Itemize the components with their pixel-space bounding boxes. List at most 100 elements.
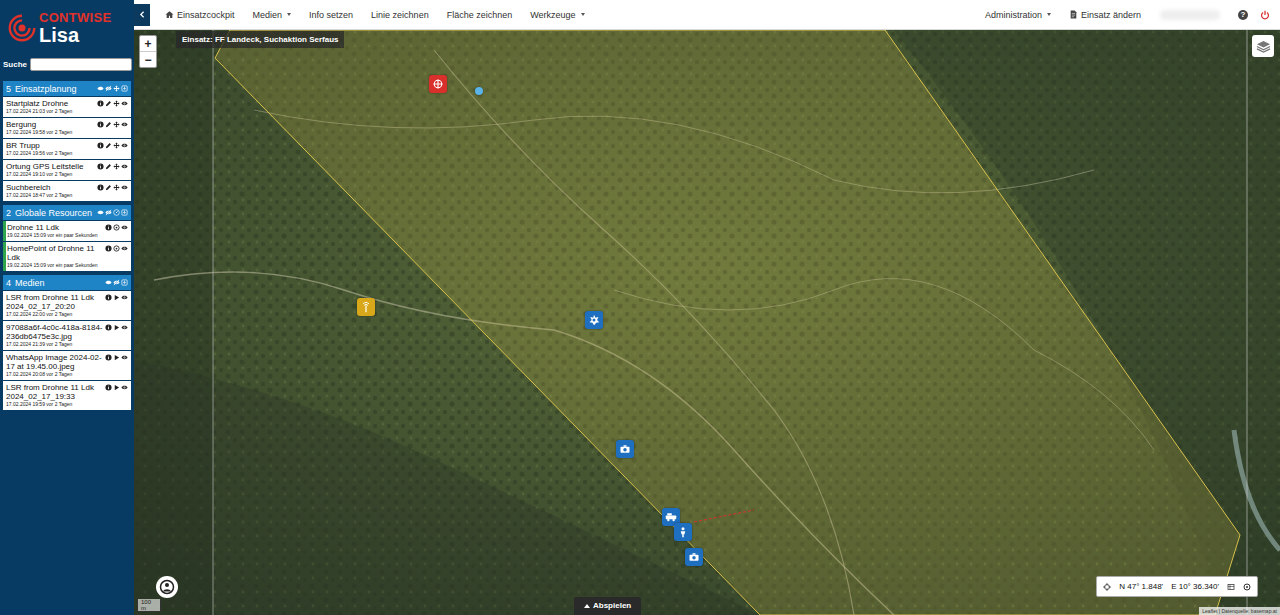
sidebar-item[interactable]: Startplatz Drohne17.02.2024 21:03 vor 2 …: [3, 97, 131, 117]
move-icon[interactable]: [113, 85, 120, 92]
map-marker[interactable]: [357, 298, 375, 316]
edit-icon[interactable]: [105, 100, 112, 107]
sidebar-item[interactable]: LSR from Drohne 11 Ldk 2024_02_17_20:201…: [3, 291, 131, 320]
sidebar-item[interactable]: LSR from Drohne 11 Ldk 2024_02_17_19:331…: [3, 381, 131, 410]
gauge-icon[interactable]: [113, 209, 120, 216]
map-marker[interactable]: [674, 523, 692, 541]
move-icon[interactable]: [113, 121, 120, 128]
collapse-sidebar-button[interactable]: [134, 4, 150, 26]
team-icon: [588, 314, 600, 326]
map-marker[interactable]: [429, 75, 447, 93]
locate-button[interactable]: [156, 576, 178, 598]
map-attribution: Leaflet | Datenquelle: basemap.at: [1199, 607, 1280, 615]
satellite-map[interactable]: [134, 30, 1280, 615]
visibility-icon[interactable]: [121, 224, 128, 231]
info-icon[interactable]: [97, 163, 104, 170]
logout-button[interactable]: [1260, 10, 1270, 20]
map-marker[interactable]: [685, 548, 703, 566]
search-input[interactable]: [30, 58, 132, 71]
map-marker[interactable]: [475, 87, 483, 95]
nav-item[interactable]: Einsatzcockpit: [156, 10, 244, 20]
zoom-out-button[interactable]: −: [140, 51, 156, 67]
visibility-icon[interactable]: [121, 100, 128, 107]
nav-item[interactable]: Fläche zeichnen: [438, 10, 522, 20]
vehicle-icon: [665, 511, 677, 523]
locate-icon[interactable]: [113, 245, 120, 252]
info-icon[interactable]: [97, 121, 104, 128]
info-icon[interactable]: [105, 384, 112, 391]
play-button[interactable]: Abspielen: [574, 597, 641, 615]
sidebar-item[interactable]: BR Trupp17.02.2024 19:56 vor 2 Tagen: [3, 139, 131, 159]
nav-item[interactable]: Medien: [244, 10, 301, 20]
show-icon[interactable]: [105, 279, 112, 286]
layers-button[interactable]: [1252, 35, 1274, 57]
download-icon[interactable]: [121, 85, 128, 92]
info-icon[interactable]: [105, 245, 112, 252]
download-icon[interactable]: [121, 209, 128, 216]
edit-icon[interactable]: [105, 163, 112, 170]
visibility-icon[interactable]: [121, 324, 128, 331]
play-icon[interactable]: [113, 384, 120, 391]
move-icon[interactable]: [113, 142, 120, 149]
nav-item[interactable]: Info setzen: [300, 10, 362, 20]
visibility-icon[interactable]: [121, 184, 128, 191]
sidebar-item[interactable]: WhatsApp Image 2024-02-17 at 19.45.00.jp…: [3, 351, 131, 380]
info-icon[interactable]: [97, 142, 104, 149]
play-label: Abspielen: [593, 601, 631, 610]
edit-icon[interactable]: [105, 121, 112, 128]
play-icon[interactable]: [113, 294, 120, 301]
grid-icon[interactable]: [1227, 583, 1235, 591]
visibility-icon[interactable]: [121, 121, 128, 128]
info-icon[interactable]: [105, 224, 112, 231]
visibility-icon[interactable]: [121, 245, 128, 252]
sidebar-item[interactable]: Bergung17.02.2024 19:58 vor 2 Tagen: [3, 118, 131, 138]
info-icon[interactable]: [105, 354, 112, 361]
edit-icon[interactable]: [105, 142, 112, 149]
move-icon[interactable]: [113, 100, 120, 107]
sidebar-item[interactable]: Suchbereich17.02.2024 18:47 vor 2 Tagen: [3, 181, 131, 201]
section-header[interactable]: 2Globale Resourcen: [3, 205, 131, 220]
zoom-in-button[interactable]: +: [140, 36, 156, 51]
map-marker[interactable]: [616, 440, 634, 458]
info-icon[interactable]: [97, 100, 104, 107]
section-header[interactable]: 5Einsatzplanung: [3, 81, 131, 96]
sidebar-item[interactable]: Drohne 11 Ldk19.02.2024 15:09 vor ein pa…: [3, 221, 131, 241]
map-marker[interactable]: [585, 311, 603, 329]
visibility-icon[interactable]: [121, 163, 128, 170]
nav-item[interactable]: Administration: [976, 10, 1060, 20]
download-icon[interactable]: [121, 279, 128, 286]
section-header[interactable]: 4Medien: [3, 275, 131, 290]
play-icon[interactable]: [113, 354, 120, 361]
visibility-icon[interactable]: [121, 294, 128, 301]
hide-icon[interactable]: [105, 209, 112, 216]
visibility-icon[interactable]: [121, 384, 128, 391]
edit-icon[interactable]: [105, 184, 112, 191]
antenna-icon: [360, 301, 372, 313]
info-icon[interactable]: [105, 324, 112, 331]
section-title: Globale Resourcen: [15, 208, 93, 218]
sidebar-item[interactable]: Ortung GPS Leitstelle17.02.2024 19:10 vo…: [3, 160, 131, 180]
locate-icon[interactable]: [113, 224, 120, 231]
show-icon[interactable]: [97, 209, 104, 216]
show-icon[interactable]: [97, 85, 104, 92]
help-button[interactable]: ?: [1238, 10, 1248, 20]
map[interactable]: +−Einsatz: FF Landeck, Suchaktion Serfau…: [134, 30, 1280, 615]
coordinates-box: N 47° 1.848'E 10° 36.340': [1096, 576, 1258, 597]
move-icon[interactable]: [113, 184, 120, 191]
logo[interactable]: CONTWISELisa: [0, 0, 134, 50]
nav-item[interactable]: Linie zeichnen: [362, 10, 438, 20]
info-icon[interactable]: [105, 294, 112, 301]
nav-item[interactable]: Einsatz ändern: [1060, 10, 1150, 20]
info-icon[interactable]: [97, 184, 104, 191]
hide-icon[interactable]: [113, 279, 120, 286]
visibility-icon[interactable]: [121, 142, 128, 149]
play-icon[interactable]: [113, 324, 120, 331]
nav-item[interactable]: Werkzeuge: [521, 10, 593, 20]
hide-icon[interactable]: [105, 85, 112, 92]
visibility-icon[interactable]: [121, 354, 128, 361]
sidebar-item[interactable]: 97088a6f-4c0c-418a-8184-236db6475e3c.jpg…: [3, 321, 131, 350]
user-name-redacted[interactable]: [1160, 10, 1220, 20]
target-icon[interactable]: [1243, 583, 1251, 591]
move-icon[interactable]: [113, 163, 120, 170]
sidebar-item[interactable]: HomePoint of Drohne 11 Ldk19.02.2024 15:…: [3, 242, 131, 271]
